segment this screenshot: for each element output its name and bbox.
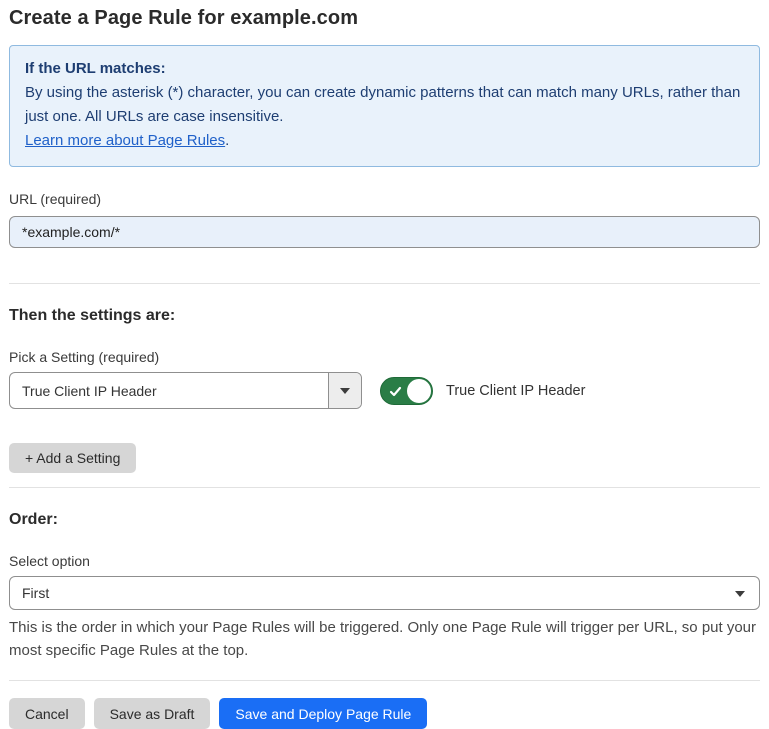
settings-section-heading: Then the settings are: (9, 307, 760, 325)
section-divider-2 (9, 487, 760, 488)
setting-select-arrow-button[interactable] (328, 373, 361, 408)
order-select[interactable]: First (9, 576, 760, 610)
section-divider-3 (9, 680, 760, 681)
info-box-body: By using the asterisk (*) character, you… (25, 81, 744, 129)
save-as-draft-button[interactable]: Save as Draft (94, 698, 211, 729)
chevron-down-icon (735, 591, 745, 597)
url-match-info-box: If the URL matches: By using the asteris… (9, 45, 760, 167)
info-box-heading: If the URL matches: (25, 57, 744, 81)
section-divider-1 (9, 283, 760, 284)
chevron-down-icon (340, 388, 350, 394)
setting-row: True Client IP Header True Client IP Hea… (9, 372, 760, 409)
order-help-text: This is the order in which your Page Rul… (9, 616, 760, 662)
toggle-knob (407, 379, 431, 403)
page-title: Create a Page Rule for example.com (9, 7, 760, 30)
toggle-label: True Client IP Header (446, 383, 585, 399)
learn-more-link[interactable]: Learn more about Page Rules (25, 132, 225, 149)
create-page-rule-form: Create a Page Rule for example.com If th… (0, 0, 769, 729)
true-client-ip-toggle[interactable] (380, 377, 433, 405)
setting-select[interactable]: True Client IP Header (9, 372, 362, 409)
add-setting-button[interactable]: + Add a Setting (9, 443, 136, 473)
cancel-button[interactable]: Cancel (9, 698, 85, 729)
setting-select-value: True Client IP Header (10, 373, 328, 408)
save-and-deploy-button[interactable]: Save and Deploy Page Rule (219, 698, 427, 729)
order-select-value: First (22, 585, 49, 601)
url-input[interactable] (9, 216, 760, 248)
url-field-label: URL (required) (9, 191, 760, 207)
footer-button-row: Cancel Save as Draft Save and Deploy Pag… (9, 698, 760, 729)
link-suffix: . (225, 132, 229, 149)
order-select-label: Select option (9, 553, 760, 569)
check-icon (389, 385, 402, 398)
info-box-link-line: Learn more about Page Rules. (25, 129, 744, 153)
pick-setting-label: Pick a Setting (required) (9, 349, 760, 365)
order-section-heading: Order: (9, 511, 760, 529)
